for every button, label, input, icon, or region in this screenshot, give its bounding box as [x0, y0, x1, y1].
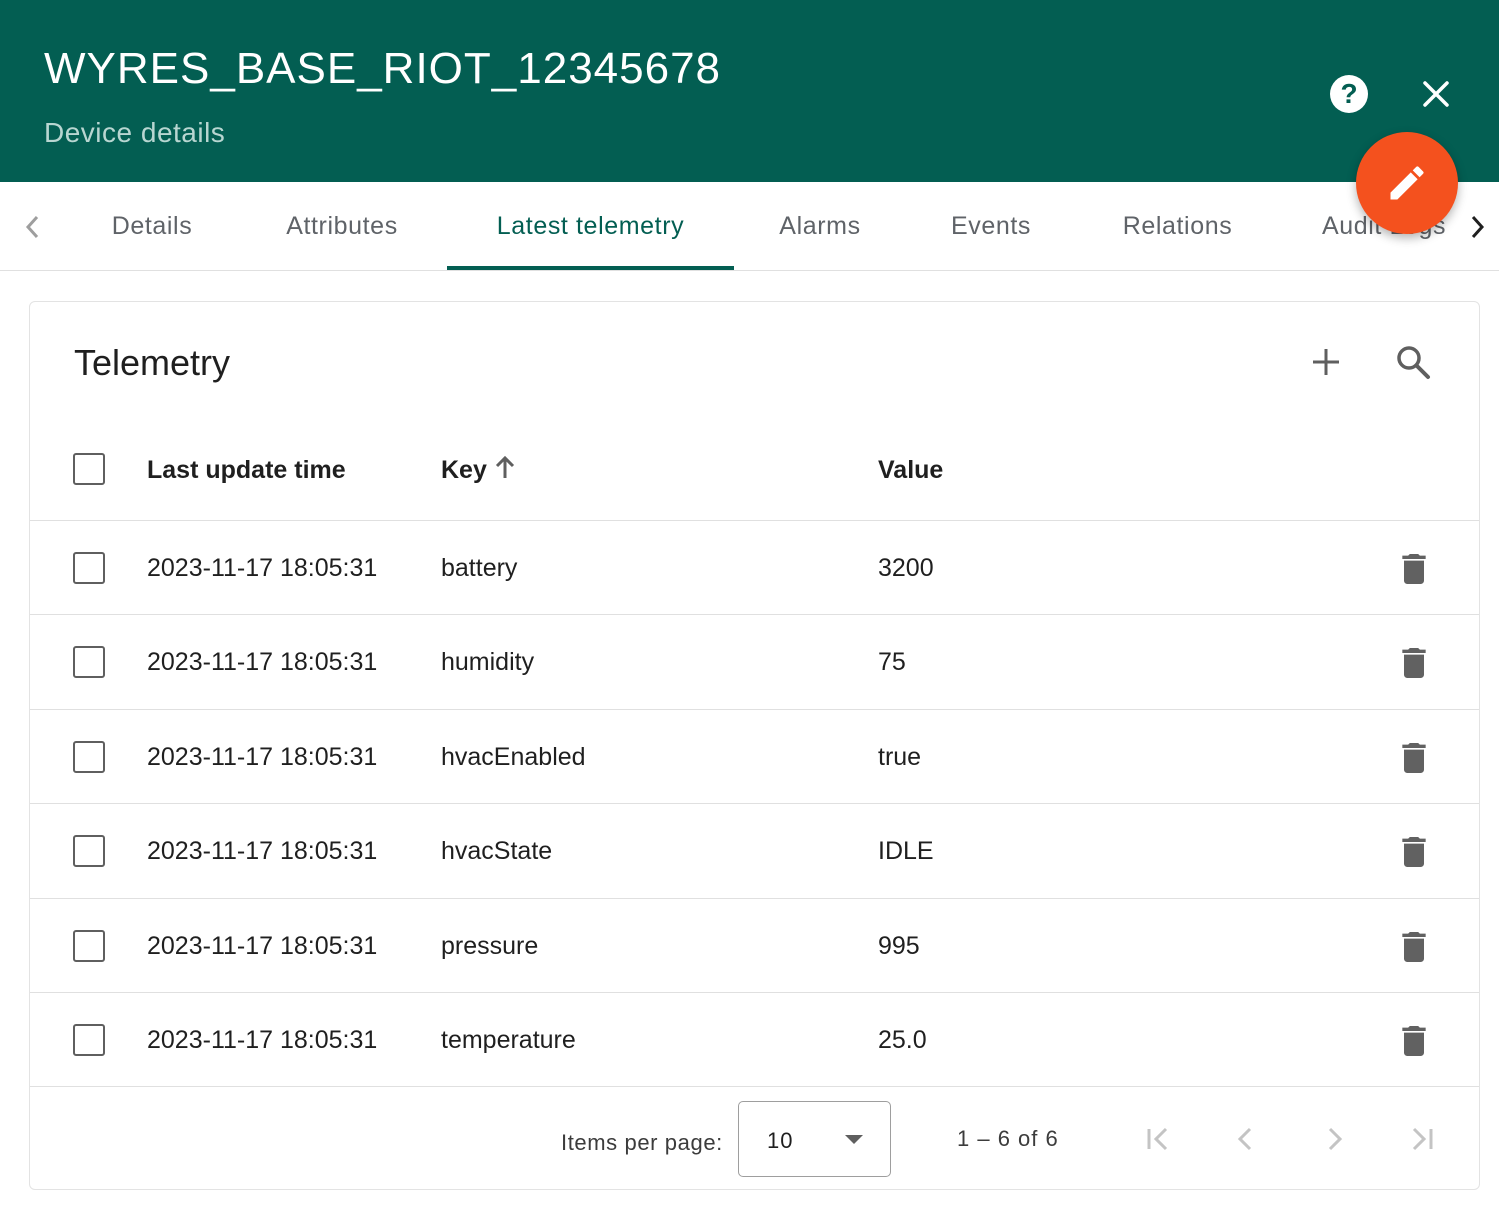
last-page-button[interactable] — [1402, 1119, 1442, 1159]
cell-key: battery — [441, 554, 518, 582]
last-page-icon — [1412, 1127, 1433, 1151]
search-icon — [1397, 346, 1430, 379]
chevron-left-icon — [25, 215, 39, 239]
tab-alarms[interactable]: Alarms — [760, 182, 880, 270]
cell-value: IDLE — [878, 837, 934, 865]
cell-last-update-time: 2023-11-17 18:05:31 — [147, 743, 378, 771]
tab-relations[interactable]: Relations — [1100, 182, 1255, 270]
delete-row-button[interactable] — [1394, 1021, 1434, 1061]
items-per-page-select[interactable]: 10 — [738, 1101, 891, 1177]
row-checkbox[interactable] — [73, 1024, 105, 1056]
row-checkbox[interactable] — [73, 930, 105, 962]
first-page-icon — [1147, 1127, 1168, 1151]
trash-icon — [1402, 554, 1426, 584]
items-per-page-value: 10 — [767, 1128, 794, 1153]
device-details-header: WYRES_BASE_RIOT_12345678 Device details … — [0, 0, 1499, 182]
cell-last-update-time: 2023-11-17 18:05:31 — [147, 932, 378, 960]
cell-key: hvacState — [441, 837, 553, 865]
first-page-button[interactable] — [1138, 1119, 1178, 1159]
cell-key: humidity — [441, 648, 535, 676]
delete-row-button[interactable] — [1394, 927, 1434, 967]
cell-value: true — [878, 743, 922, 771]
cell-key: hvacEnabled — [441, 743, 586, 771]
help-circle-icon: ? — [1340, 78, 1358, 109]
cell-value: 3200 — [878, 554, 934, 582]
row-checkbox[interactable] — [73, 646, 105, 678]
row-checkbox[interactable] — [73, 552, 105, 584]
active-tab-indicator — [447, 266, 734, 270]
cell-last-update-time: 2023-11-17 18:05:31 — [147, 554, 378, 582]
plus-icon — [1313, 349, 1339, 375]
close-icon — [1423, 81, 1449, 107]
select-all-checkbox[interactable] — [73, 453, 105, 485]
tab-latest-telemetry[interactable]: Latest telemetry — [447, 182, 734, 270]
column-header-value[interactable]: Value — [878, 456, 943, 485]
delete-row-button[interactable] — [1394, 738, 1434, 778]
row-checkbox[interactable] — [73, 741, 105, 773]
tab-bar: Details Attributes Latest telemetry Alar… — [0, 182, 1499, 271]
help-button[interactable]: ? — [1330, 75, 1368, 113]
trash-icon — [1402, 837, 1426, 867]
cell-last-update-time: 2023-11-17 18:05:31 — [147, 1026, 378, 1054]
arrow-up-icon — [495, 455, 515, 478]
chevron-left-icon — [1237, 1127, 1252, 1151]
table-row[interactable]: 2023-11-17 18:05:31 temperature 25.0 — [30, 992, 1479, 1086]
cell-key: pressure — [441, 932, 539, 960]
table-row[interactable]: 2023-11-17 18:05:31 pressure 995 — [30, 898, 1479, 992]
cell-last-update-time: 2023-11-17 18:05:31 — [147, 837, 378, 865]
next-page-button[interactable] — [1314, 1119, 1354, 1159]
items-per-page-label: Items per page: — [561, 1130, 723, 1155]
pencil-icon — [1390, 166, 1424, 200]
tabs-scroll-left-button[interactable] — [18, 210, 48, 244]
search-button[interactable] — [1389, 338, 1437, 386]
trash-icon — [1402, 743, 1426, 773]
trash-icon — [1402, 1026, 1426, 1056]
previous-page-button[interactable] — [1226, 1119, 1266, 1159]
device-name-title: WYRES_BASE_RIOT_12345678 — [44, 44, 722, 93]
trash-icon — [1402, 932, 1426, 962]
delete-row-button[interactable] — [1394, 832, 1434, 872]
telemetry-title: Telemetry — [74, 342, 231, 383]
chevron-right-icon — [1328, 1127, 1343, 1151]
device-details-subtitle: Device details — [44, 117, 226, 148]
row-checkbox[interactable] — [73, 835, 105, 867]
table-row[interactable]: 2023-11-17 18:05:31 hvacEnabled true — [30, 709, 1479, 803]
chevron-right-icon — [1471, 215, 1485, 239]
table-row[interactable]: 2023-11-17 18:05:31 hvacState IDLE — [30, 803, 1479, 897]
paginator: Items per page: 10 1 – 6 of 6 — [30, 1086, 1479, 1189]
cell-value: 995 — [878, 932, 920, 960]
table-row[interactable]: 2023-11-17 18:05:31 humidity 75 — [30, 614, 1479, 708]
cell-value: 75 — [878, 648, 906, 676]
tabs-scroll-right-button[interactable] — [1462, 210, 1492, 244]
cell-value: 25.0 — [878, 1026, 927, 1054]
edit-fab-button[interactable] — [1356, 132, 1458, 234]
column-header-last-update-time[interactable]: Last update time — [147, 456, 346, 485]
add-telemetry-button[interactable] — [1302, 338, 1350, 386]
delete-row-button[interactable] — [1394, 549, 1434, 589]
tab-events[interactable]: Events — [930, 182, 1052, 270]
trash-icon — [1402, 648, 1426, 678]
delete-row-button[interactable] — [1394, 643, 1434, 683]
tab-details[interactable]: Details — [82, 182, 222, 270]
dropdown-caret-icon — [845, 1135, 863, 1144]
cell-last-update-time: 2023-11-17 18:05:31 — [147, 648, 378, 676]
cell-key: temperature — [441, 1026, 576, 1054]
tab-attributes[interactable]: Attributes — [262, 182, 422, 270]
column-header-key[interactable]: Key — [441, 456, 487, 485]
table-row[interactable]: 2023-11-17 18:05:31 battery 3200 — [30, 520, 1479, 614]
page-range-label: 1 – 6 of 6 — [957, 1126, 1059, 1151]
close-button[interactable] — [1414, 72, 1458, 116]
telemetry-card: Telemetry Last update time Key Value 202… — [29, 301, 1480, 1190]
